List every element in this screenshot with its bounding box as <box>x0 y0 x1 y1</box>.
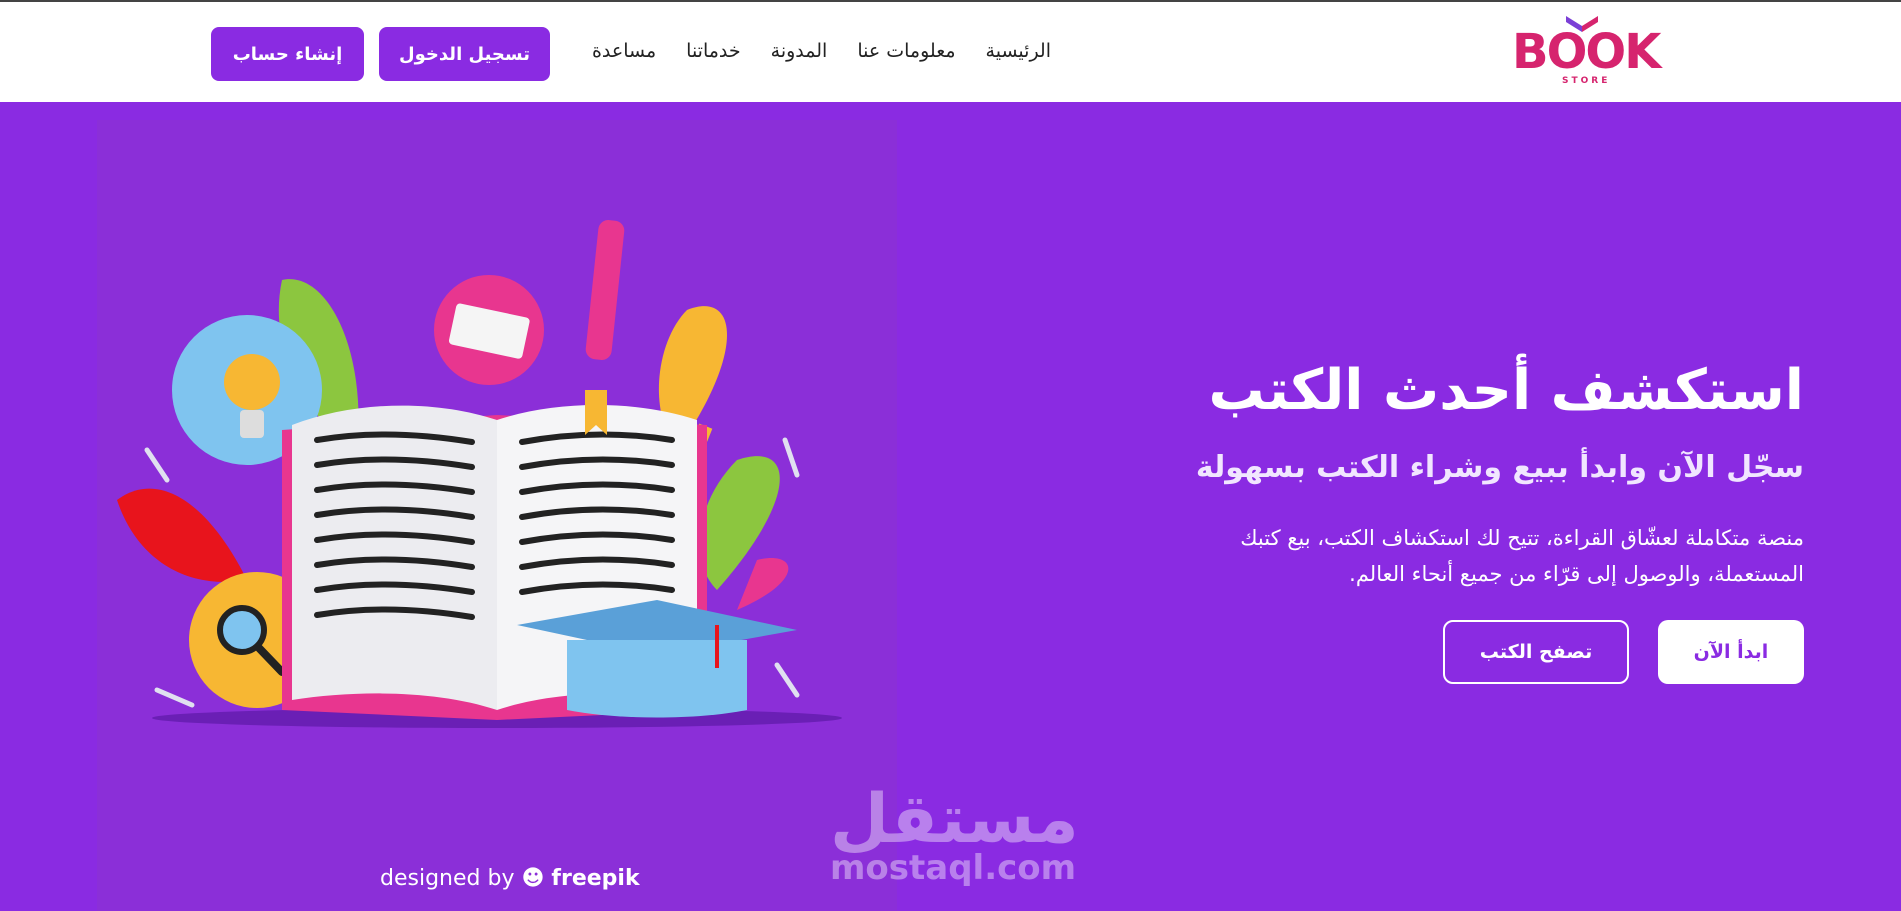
site-header: BOOK STORE الرئيسية معلومات عنا المدونة … <box>0 2 1901 102</box>
open-book-illustration <box>117 220 842 728</box>
image-credit: designed by ☻ freepik <box>380 866 640 891</box>
signup-button[interactable]: إنشاء حساب <box>211 27 364 81</box>
nav-item-home[interactable]: الرئيسية <box>986 40 1051 62</box>
main-nav: الرئيسية معلومات عنا المدونة خدماتنا مسا… <box>592 40 1051 62</box>
nav-item-blog[interactable]: المدونة <box>771 40 828 62</box>
nav-item-about[interactable]: معلومات عنا <box>857 40 955 62</box>
credit-brand: freepik <box>551 866 640 891</box>
start-now-button[interactable]: ابدأ الآن <box>1658 620 1804 684</box>
logo-subtitle: STORE <box>1562 76 1611 86</box>
watermark-latin: mostaql.com <box>830 848 1077 888</box>
browse-books-button[interactable]: تصفح الكتب <box>1443 620 1629 684</box>
credit-prefix: designed by <box>380 866 515 891</box>
freepik-logo-icon: ☻ <box>521 866 545 891</box>
login-button[interactable]: تسجيل الدخول <box>379 27 550 81</box>
logo-word: BOOK <box>1512 24 1661 80</box>
hero-title: استكشف أحدث الكتب <box>1208 358 1804 423</box>
hero-illustration <box>97 120 897 911</box>
watermark: مستقل mostaql.com <box>830 780 1079 900</box>
hero-description: منصة متكاملة لعشّاق القراءة، تتيح لك است… <box>1240 526 1804 586</box>
nav-item-services[interactable]: خدماتنا <box>686 40 741 62</box>
hero-subtitle: سجّل الآن وابدأ ببيع وشراء الكتب بسهولة <box>1195 450 1804 485</box>
nav-item-help[interactable]: مساعدة <box>592 40 656 62</box>
brand-logo[interactable]: BOOK STORE <box>1512 16 1662 90</box>
